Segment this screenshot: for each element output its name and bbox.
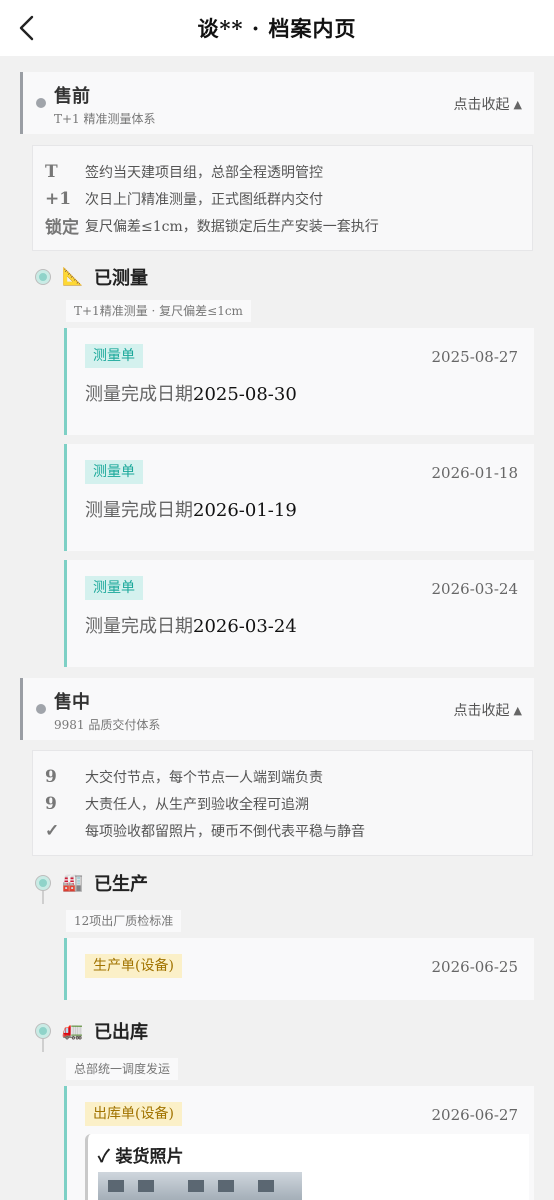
record-card[interactable]: 测量单 2025-08-27 测量完成日期2025-08-30	[64, 328, 534, 435]
presale-info-box: T 签约当天建项目组，总部全程透明管控 +1 次日上门精准测量，正式图纸群内交付…	[32, 145, 533, 251]
info-key: ✓	[45, 820, 60, 841]
photo-window-shape	[108, 1180, 124, 1192]
section-dot	[36, 98, 46, 108]
record-date: 2026-06-25	[431, 958, 518, 976]
info-line: 9 大责任人，从生产到验收全程可追溯	[45, 790, 532, 817]
record-date: 2026-01-18	[431, 464, 518, 482]
page-title: 谈** · 档案内页	[197, 16, 357, 41]
stage-title: 已出库	[94, 1022, 148, 1043]
loading-photo-box: ✓ 装货照片	[85, 1134, 529, 1200]
triangle-ruler-icon: 📐	[62, 267, 84, 287]
record-date: 2025-08-27	[431, 348, 518, 366]
info-line: 锁定 复尺偏差≤1cm，数据锁定后生产安装一套执行	[45, 212, 532, 239]
photo-window-shape	[188, 1180, 204, 1192]
factory-icon: 🏭	[62, 873, 84, 893]
record-field-label: 测量完成日期	[85, 500, 193, 521]
stage-dot	[36, 270, 50, 284]
record-badge: 测量单	[85, 344, 143, 368]
stage-chip: 12项出厂质检标准	[66, 910, 182, 932]
stage-dot	[36, 1024, 50, 1038]
stage-title: 已测量	[94, 268, 148, 289]
info-text: 大责任人，从生产到验收全程可追溯	[85, 796, 309, 813]
record-field: 测量完成日期2026-01-19	[85, 496, 297, 522]
record-date: 2026-06-27	[431, 1106, 518, 1124]
record-badge: 测量单	[85, 460, 143, 484]
record-field: 测量完成日期2025-08-30	[85, 380, 297, 406]
info-text: 签约当天建项目组，总部全程透明管控	[85, 164, 323, 181]
section-dot	[36, 704, 46, 714]
info-line: T 签约当天建项目组，总部全程透明管控	[45, 158, 532, 185]
triangle-up-icon: ▲	[513, 97, 522, 111]
section-title: 售前	[54, 86, 90, 107]
record-field-value: 2025-08-30	[193, 384, 297, 405]
info-text: 每项验收都留照片，硬币不倒代表平稳与静音	[85, 823, 365, 840]
record-card[interactable]: 出库单(设备) 2026-06-27 ✓ 装货照片	[64, 1086, 534, 1200]
chevron-left-icon	[19, 15, 34, 41]
info-key: 9	[45, 793, 57, 814]
stage-dot	[36, 876, 50, 890]
record-field-label: 测量完成日期	[85, 384, 193, 405]
record-badge: 测量单	[85, 576, 143, 600]
record-field-value: 2026-03-24	[193, 616, 297, 637]
photo-title: ✓ 装货照片	[98, 1147, 184, 1167]
record-field-label: 测量完成日期	[85, 616, 193, 637]
collapse-label: 点击收起	[453, 97, 510, 113]
section-title: 售中	[54, 692, 90, 713]
record-badge: 出库单(设备)	[85, 1102, 182, 1126]
in-sale-info-box: 9 大交付节点，每个节点一人端到端负责 9 大责任人，从生产到验收全程可追溯 ✓…	[32, 750, 533, 856]
stage-measured: 📐 已测量	[36, 262, 148, 292]
info-text: 大交付节点，每个节点一人端到端负责	[85, 769, 323, 786]
record-field-value: 2026-01-19	[193, 500, 297, 521]
info-line: 9 大交付节点，每个节点一人端到端负责	[45, 763, 532, 790]
record-date: 2026-03-24	[431, 580, 518, 598]
info-text: 次日上门精准测量，正式图纸群内交付	[85, 191, 323, 208]
top-bar: 谈** · 档案内页	[0, 0, 554, 56]
back-button[interactable]	[14, 12, 44, 44]
section-header-presale: 售前 T+1 精准测量体系 点击收起 ▲	[20, 72, 534, 134]
record-card[interactable]: 测量单 2026-01-18 测量完成日期2026-01-19	[64, 444, 534, 551]
info-key: 9	[45, 766, 57, 787]
info-line: ✓ 每项验收都留照片，硬币不倒代表平稳与静音	[45, 817, 532, 844]
collapse-label: 点击收起	[453, 703, 510, 719]
archive-content[interactable]: 售前 T+1 精准测量体系 点击收起 ▲ T 签约当天建项目组，总部全程透明管控…	[0, 56, 554, 1200]
photo-window-shape	[138, 1180, 154, 1192]
photo-window-shape	[258, 1180, 274, 1192]
info-key: +1	[45, 188, 72, 209]
stage-shipped: 🚛 已出库	[36, 1016, 148, 1046]
stage-title: 已生产	[94, 874, 148, 895]
stage-chip: 总部统一调度发运	[66, 1058, 179, 1080]
record-badge: 生产单(设备)	[85, 954, 182, 978]
section-header-in-sale: 售中 9981 品质交付体系 点击收起 ▲	[20, 678, 534, 740]
info-line: +1 次日上门精准测量，正式图纸群内交付	[45, 185, 532, 212]
triangle-up-icon: ▲	[513, 703, 522, 717]
collapse-button[interactable]: 点击收起 ▲	[454, 94, 522, 114]
section-subtitle: 9981 品质交付体系	[54, 718, 161, 732]
photo-window-shape	[218, 1180, 234, 1192]
record-card[interactable]: 生产单(设备) 2026-06-25	[64, 938, 534, 1000]
record-field: 测量完成日期2026-03-24	[85, 612, 297, 638]
info-key: T	[45, 161, 58, 182]
info-key: 锁定	[45, 218, 79, 238]
loading-photo-thumbnail[interactable]	[98, 1172, 302, 1200]
stage-produced: 🏭 已生产	[36, 868, 148, 898]
truck-icon: 🚛	[62, 1021, 84, 1041]
record-card[interactable]: 测量单 2026-03-24 测量完成日期2026-03-24	[64, 560, 534, 667]
stage-chip: T+1精准测量 · 复尺偏差≤1cm	[66, 300, 251, 322]
info-text: 复尺偏差≤1cm，数据锁定后生产安装一套执行	[85, 218, 379, 235]
collapse-button[interactable]: 点击收起 ▲	[454, 700, 522, 720]
section-subtitle: T+1 精准测量体系	[54, 112, 156, 126]
